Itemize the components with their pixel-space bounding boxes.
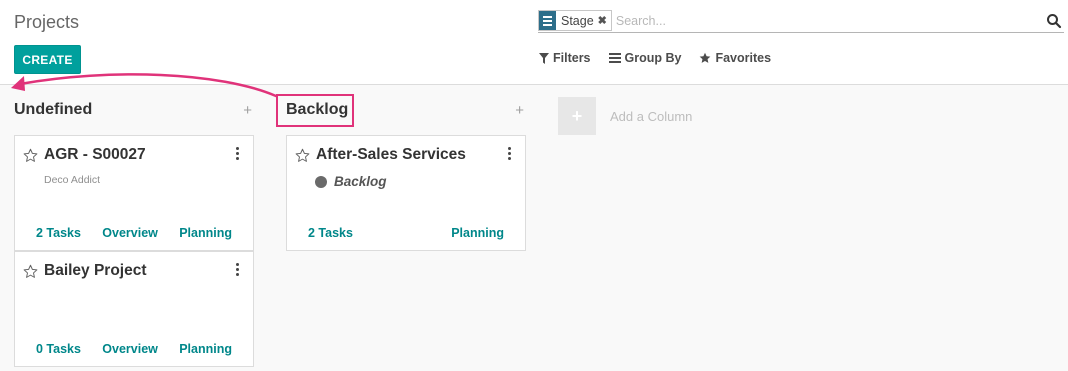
card-menu-icon[interactable] xyxy=(508,147,512,160)
column-add-icon[interactable]: + xyxy=(243,102,254,119)
create-button[interactable]: CREATE xyxy=(14,45,81,74)
plus-icon: + xyxy=(558,97,596,135)
card-menu-icon[interactable] xyxy=(236,147,240,160)
star-icon[interactable] xyxy=(23,148,38,163)
stage-status-icon xyxy=(315,175,327,188)
search-icon[interactable] xyxy=(1046,13,1062,29)
card-title: AGR - S00027 xyxy=(44,146,146,163)
star-icon[interactable] xyxy=(295,148,310,163)
card-title: After-Sales Services xyxy=(316,146,466,163)
planning-link[interactable]: Planning xyxy=(179,226,232,240)
group-by-label: Group By xyxy=(624,51,682,65)
card-stage: Backlog xyxy=(334,174,387,189)
star-filled-icon xyxy=(700,52,711,63)
facet-label: Stage xyxy=(561,13,594,28)
group-by-icon xyxy=(539,11,556,30)
favorites-button[interactable]: Favorites xyxy=(699,51,771,65)
add-column-button[interactable]: + Add a Column xyxy=(558,97,692,135)
search-facet-stage: Stage ✖ xyxy=(538,10,612,31)
star-icon[interactable] xyxy=(23,264,38,279)
search-input[interactable] xyxy=(615,10,1046,31)
favorites-label: Favorites xyxy=(715,51,772,65)
group-by-button[interactable]: Group By xyxy=(608,51,682,65)
tasks-link[interactable]: 2 Tasks xyxy=(36,226,81,240)
annotation-highlight-box xyxy=(276,94,354,127)
list-icon xyxy=(608,53,621,63)
project-card[interactable]: Bailey Project 0 Tasks Overview Planning xyxy=(14,251,254,367)
column-title: Undefined xyxy=(14,101,93,118)
planning-link[interactable]: Planning xyxy=(179,342,232,356)
planning-link[interactable]: Planning xyxy=(451,226,504,240)
overview-link[interactable]: Overview xyxy=(102,226,158,240)
card-title: Bailey Project xyxy=(44,262,147,279)
tasks-link[interactable]: 2 Tasks xyxy=(308,226,353,240)
card-menu-icon[interactable] xyxy=(236,263,240,276)
tasks-link[interactable]: 0 Tasks xyxy=(36,342,81,356)
filters-button[interactable]: Filters xyxy=(539,51,591,65)
card-customer: Deco Addict xyxy=(44,174,101,186)
filter-bar: Filters Group By Favorites xyxy=(539,51,771,65)
column-header: Undefined + xyxy=(14,100,254,120)
add-column-label: Add a Column xyxy=(610,108,693,124)
page-title: Projects xyxy=(14,12,80,32)
search-bar: Stage ✖ xyxy=(538,9,1064,33)
facet-remove-icon[interactable]: ✖ xyxy=(598,14,607,27)
project-card[interactable]: After-Sales Services Backlog 2 Tasks Pla… xyxy=(286,135,526,251)
project-card[interactable]: AGR - S00027 Deco Addict 2 Tasks Overvie… xyxy=(14,135,254,251)
filters-label: Filters xyxy=(553,51,591,65)
control-panel: Projects CREATE Stage ✖ Filters Group By… xyxy=(0,0,1068,85)
filter-icon xyxy=(539,52,549,64)
overview-link[interactable]: Overview xyxy=(102,342,158,356)
column-add-icon[interactable]: + xyxy=(515,102,526,119)
